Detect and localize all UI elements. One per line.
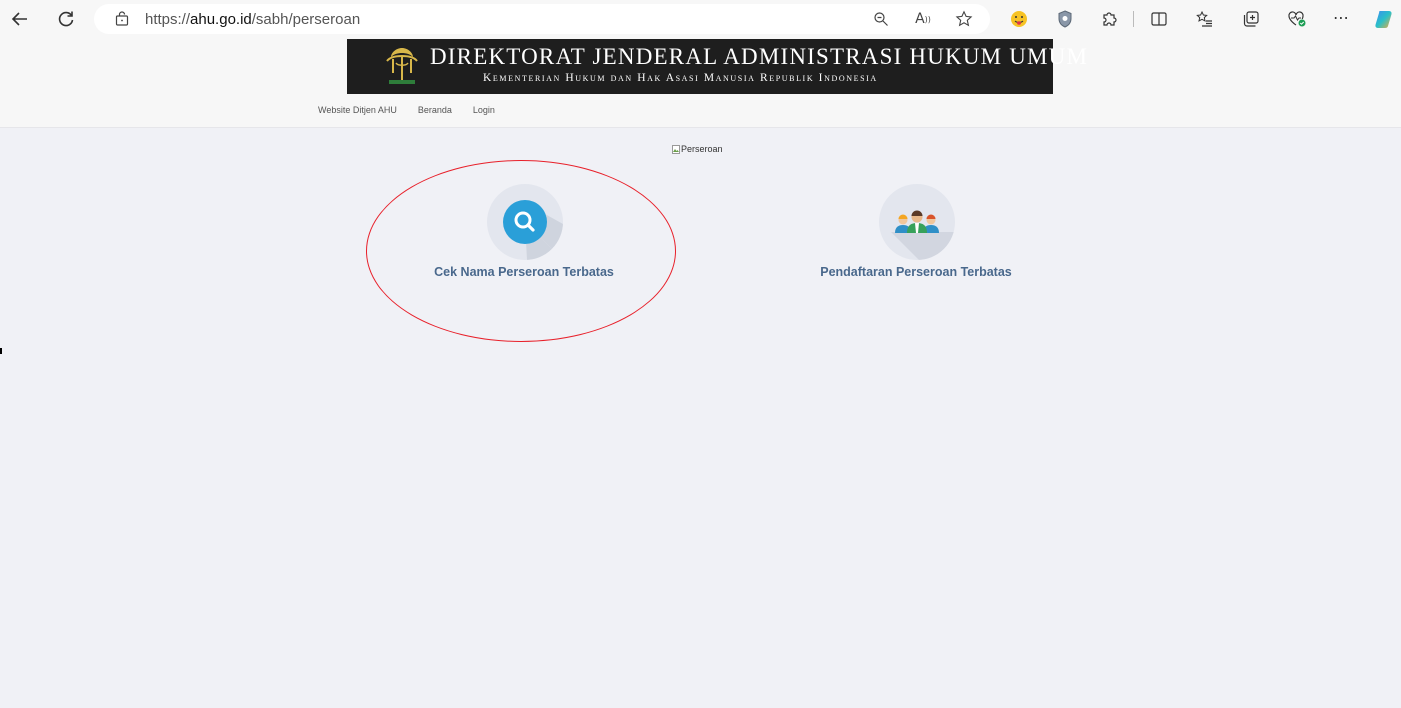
- copilot-icon[interactable]: [1373, 8, 1395, 30]
- collections-icon[interactable]: [1240, 8, 1262, 30]
- address-bar[interactable]: https://ahu.go.id/sabh/perseroan A)): [94, 4, 990, 34]
- search-icon-circle: [487, 184, 563, 260]
- nav-link-beranda[interactable]: Beranda: [418, 105, 452, 115]
- puzzle-icon[interactable]: [1098, 8, 1120, 30]
- people-group-icon: [891, 210, 955, 260]
- cursor-mark: [0, 348, 2, 354]
- favorites-list-icon[interactable]: [1194, 8, 1216, 30]
- split-screen-icon[interactable]: [1148, 8, 1170, 30]
- heart-pulse-icon[interactable]: [1286, 8, 1308, 30]
- broken-image-perseroan: Perseroan: [672, 144, 723, 154]
- pendaftaran-label[interactable]: Pendaftaran Perseroan Terbatas: [796, 265, 1036, 279]
- page-info-icon[interactable]: [111, 8, 133, 30]
- shield-extension-icon[interactable]: [1054, 8, 1076, 30]
- image-alt-text: Perseroan: [681, 144, 723, 154]
- broken-image-icon: [672, 144, 680, 154]
- zoom-icon[interactable]: [870, 8, 892, 30]
- search-icon: [503, 200, 563, 260]
- header-subtitle: Kementerian Hukum dan Hak Asasi Manusia …: [483, 72, 878, 84]
- nav-link-login[interactable]: Login: [473, 105, 495, 115]
- cek-nama-label[interactable]: Cek Nama Perseroan Terbatas: [404, 265, 644, 279]
- header-title: DIREKTORAT JENDERAL ADMINISTRASI HUKUM U…: [430, 44, 1089, 69]
- header-banner: DIREKTORAT JENDERAL ADMINISTRASI HUKUM U…: [347, 39, 1087, 94]
- site-header: DIREKTORAT JENDERAL ADMINISTRASI HUKUM U…: [0, 38, 1401, 128]
- toolbar-divider: [1133, 11, 1134, 27]
- more-icon[interactable]: ⋯: [1330, 6, 1352, 28]
- people-icon-circle: [879, 184, 955, 260]
- star-icon[interactable]: [953, 8, 975, 30]
- url-text[interactable]: https://ahu.go.id/sabh/perseroan: [145, 11, 360, 28]
- cek-nama-card[interactable]: Cek Nama Perseroan Terbatas: [404, 184, 644, 294]
- refresh-icon[interactable]: [54, 7, 78, 31]
- nav-link-website-ditjen-ahu[interactable]: Website Ditjen AHU: [318, 105, 397, 115]
- emoji-extension-icon[interactable]: [1008, 8, 1030, 30]
- read-aloud-icon[interactable]: A)): [912, 8, 934, 30]
- ministry-logo: [386, 48, 418, 84]
- top-nav: Website Ditjen AHU Beranda Login: [318, 105, 495, 115]
- back-arrow-icon[interactable]: [8, 7, 32, 31]
- pendaftaran-card[interactable]: Pendaftaran Perseroan Terbatas: [796, 184, 1036, 294]
- browser-toolbar: https://ahu.go.id/sabh/perseroan A)) ⋯: [0, 0, 1401, 38]
